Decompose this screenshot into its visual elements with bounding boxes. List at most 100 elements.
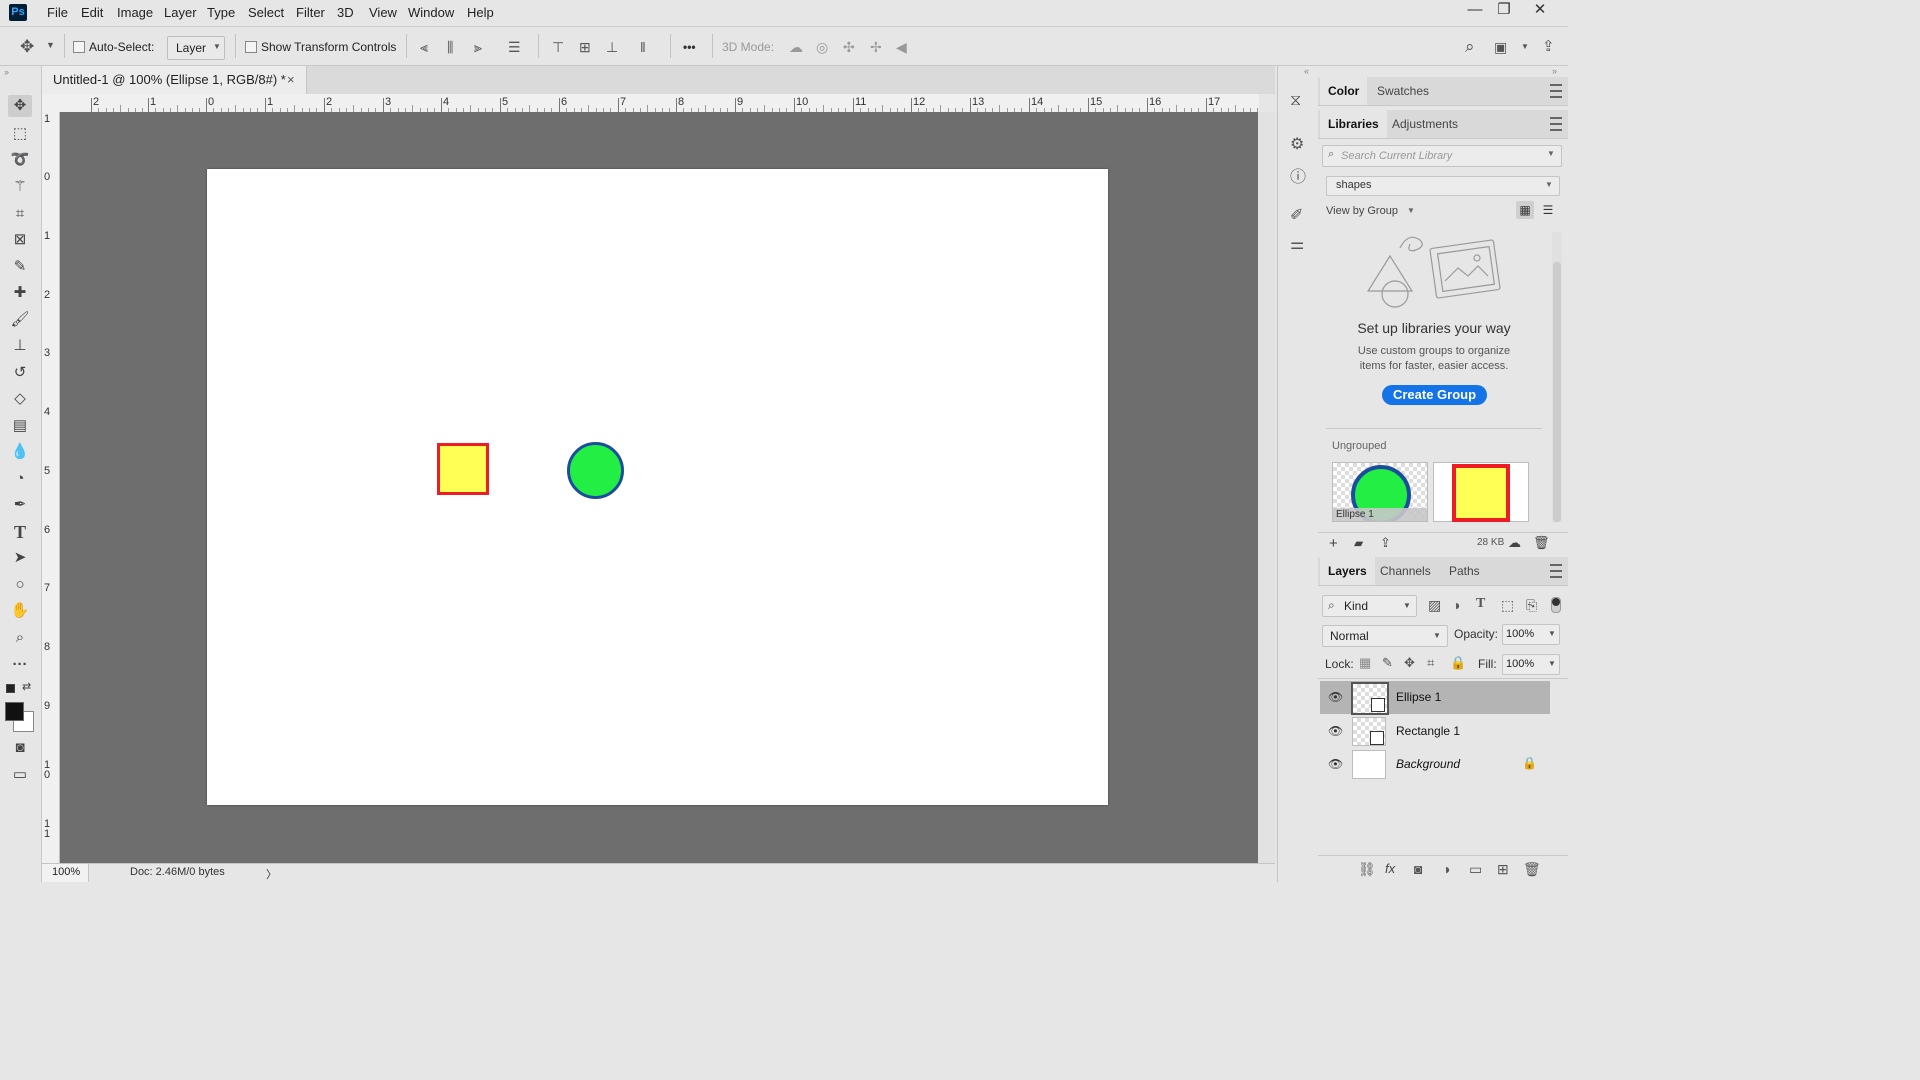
view-by-group-dropdown[interactable]: View by Group xyxy=(1326,205,1398,217)
tab-adjustments[interactable]: Adjustments xyxy=(1384,110,1466,138)
layer-name[interactable]: Ellipse 1 xyxy=(1396,690,1441,704)
visibility-eye-icon[interactable]: 👁 xyxy=(1328,690,1343,704)
foreground-color-swatch[interactable] xyxy=(5,702,24,721)
share-icon[interactable]: ⇪ xyxy=(1542,37,1555,55)
lock-all-icon[interactable]: 🔒 xyxy=(1450,655,1466,671)
auto-select-checkbox[interactable] xyxy=(73,41,85,53)
history-panel-icon[interactable]: ⧖ xyxy=(1290,92,1301,110)
move-tool-icon[interactable]: ✥ xyxy=(8,95,32,117)
upload-icon[interactable]: ⇪ xyxy=(1380,535,1391,551)
library-item-ellipse[interactable]: Ellipse 1 xyxy=(1332,462,1428,522)
menu-type[interactable]: Type xyxy=(207,5,235,20)
restore-button[interactable]: ❐ xyxy=(1489,0,1519,22)
zoom-level[interactable]: 100% xyxy=(52,866,80,878)
lock-artboard-icon[interactable]: ⌗ xyxy=(1427,655,1434,671)
lock-transparent-icon[interactable]: ▦ xyxy=(1359,655,1371,671)
menu-window[interactable]: Window xyxy=(408,5,454,20)
layer-row-background[interactable]: 👁 Background 🔒 xyxy=(1320,748,1550,781)
eyedropper-tool-icon[interactable]: ✎ xyxy=(8,256,32,278)
brush-tool-icon[interactable]: 🖌 xyxy=(8,309,32,331)
align-bottom-icon[interactable]: ⊥ xyxy=(606,39,618,56)
delete-layer-icon[interactable]: 🗑 xyxy=(1523,861,1541,878)
ellipse-1-shape[interactable] xyxy=(567,442,624,499)
menu-help[interactable]: Help xyxy=(467,5,494,20)
3d-pan-icon[interactable]: ✣ xyxy=(843,39,855,56)
3d-orbit-icon[interactable]: ☁ xyxy=(789,39,803,56)
new-layer-icon[interactable]: ⊞ xyxy=(1497,861,1509,878)
rectangle-1-shape[interactable] xyxy=(437,443,489,495)
layer-style-icon[interactable]: fx xyxy=(1385,861,1395,876)
3d-camera-icon[interactable]: ◀ xyxy=(896,39,907,56)
menu-filter[interactable]: Filter xyxy=(296,5,325,20)
filter-smart-object-icon[interactable]: ⎘ xyxy=(1526,597,1537,614)
tab-layers[interactable]: Layers xyxy=(1320,557,1375,585)
clone-stamp-tool-icon[interactable]: ⊥ xyxy=(8,335,32,357)
chevron-down-icon[interactable]: ▼ xyxy=(1407,206,1415,215)
create-group-button[interactable]: Create Group xyxy=(1382,385,1487,405)
lasso-tool-icon[interactable]: ➰ xyxy=(8,149,32,171)
new-group-icon[interactable]: ▭ xyxy=(1469,861,1482,878)
screen-mode-icon[interactable]: ▭ xyxy=(8,764,32,786)
layer-row-ellipse-1[interactable]: 👁 Ellipse 1 xyxy=(1320,681,1550,715)
library-select-dropdown[interactable]: shapes ▼ xyxy=(1326,176,1560,196)
blend-mode-dropdown[interactable]: Normal ▼ xyxy=(1322,625,1448,647)
default-colors-icon[interactable] xyxy=(6,684,15,693)
swap-colors-icon[interactable]: ⇄ xyxy=(22,680,31,693)
type-tool-icon[interactable]: T xyxy=(8,521,32,543)
menu-layer[interactable]: Layer xyxy=(164,5,197,20)
edit-toolbar-icon[interactable]: ··· xyxy=(8,654,32,676)
hand-tool-icon[interactable]: ✋ xyxy=(8,600,32,622)
adjust-sliders-icon[interactable]: ⚌ xyxy=(1290,234,1304,254)
show-transform-checkbox[interactable] xyxy=(245,41,257,53)
blur-tool-icon[interactable]: 💧 xyxy=(8,441,32,463)
frame-tool-icon[interactable]: ⊠ xyxy=(8,229,32,251)
vertical-scrollbar[interactable] xyxy=(1258,112,1275,863)
menu-image[interactable]: Image xyxy=(117,5,153,20)
move-tool-icon[interactable]: ✥ xyxy=(20,37,34,57)
auto-select-target-dropdown[interactable]: Layer ▼ xyxy=(167,36,225,60)
filter-type-icon[interactable]: T xyxy=(1476,596,1485,612)
minimize-button[interactable]: — xyxy=(1460,0,1490,22)
pen-tool-icon[interactable]: ✒ xyxy=(8,494,32,516)
magic-wand-tool-icon[interactable]: ⚚ xyxy=(8,176,32,198)
trash-icon[interactable]: 🗑 xyxy=(1533,535,1550,551)
lock-icon[interactable]: 🔒 xyxy=(1522,756,1537,770)
align-middle-icon[interactable]: ⊞ xyxy=(579,39,591,56)
fill-input[interactable]: 100% ▼ xyxy=(1502,654,1560,675)
panel-menu-icon[interactable] xyxy=(1550,117,1562,131)
collapse-icon[interactable]: » xyxy=(4,67,9,77)
document-tab[interactable]: Untitled-1 @ 100% (Ellipse 1, RGB/8#) * … xyxy=(42,66,307,94)
properties-panel-icon[interactable]: ⚙ xyxy=(1290,134,1304,154)
collapse-icon[interactable]: « xyxy=(1304,66,1309,76)
gradient-tool-icon[interactable]: ▤ xyxy=(8,415,32,437)
lock-position-icon[interactable]: ✥ xyxy=(1404,655,1415,671)
menu-select[interactable]: Select xyxy=(248,5,284,20)
opacity-input[interactable]: 100% ▼ xyxy=(1502,624,1560,645)
chevron-down-icon[interactable]: ▼ xyxy=(1521,42,1529,51)
layer-filter-kind-dropdown[interactable]: ⌕ Kind ▼ xyxy=(1322,595,1417,617)
new-group-folder-icon[interactable]: ▰ xyxy=(1354,536,1363,550)
menu-view[interactable]: View xyxy=(369,5,397,20)
lock-pixels-icon[interactable]: ✎ xyxy=(1382,655,1393,671)
status-menu-arrow[interactable]: 〉 xyxy=(266,866,277,882)
menu-file[interactable]: File xyxy=(47,5,68,20)
document-canvas[interactable] xyxy=(207,169,1108,805)
workspace-icon[interactable]: ▣ xyxy=(1494,39,1507,56)
align-top-icon[interactable]: ⊤ xyxy=(552,39,564,56)
history-brush-tool-icon[interactable]: ↺ xyxy=(8,362,32,384)
menu-3d[interactable]: 3D xyxy=(337,5,354,20)
align-left-icon[interactable]: ⫷ xyxy=(420,39,428,56)
dodge-tool-icon[interactable]: ◔ xyxy=(8,468,32,490)
brush-settings-icon[interactable]: ✐ xyxy=(1290,205,1303,225)
healing-brush-tool-icon[interactable]: ✚ xyxy=(8,282,32,304)
3d-slide-icon[interactable]: ✢ xyxy=(870,39,882,56)
link-layers-icon[interactable]: ⛓ xyxy=(1358,861,1376,878)
path-selection-tool-icon[interactable]: ➤ xyxy=(8,547,32,569)
filter-pixel-icon[interactable]: ▨ xyxy=(1428,597,1441,614)
filter-adjustment-icon[interactable]: ◑ xyxy=(1452,597,1460,613)
panel-menu-icon[interactable] xyxy=(1550,564,1562,578)
grid-view-icon[interactable]: ▦ xyxy=(1516,201,1534,219)
filter-toggle-switch[interactable] xyxy=(1551,597,1561,613)
marquee-tool-icon[interactable]: ⬚ xyxy=(8,123,32,145)
tab-color[interactable]: Color xyxy=(1320,77,1368,105)
